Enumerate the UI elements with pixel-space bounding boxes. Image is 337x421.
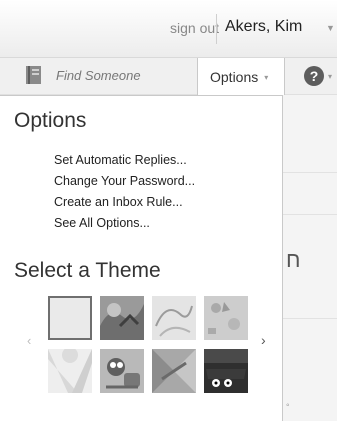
background-partial-icon: ◦: [286, 400, 290, 411]
theme-grid: [48, 296, 248, 396]
options-button-label: Options: [210, 68, 259, 85]
options-dropdown-menu: Options Set Automatic Replies... Change …: [0, 95, 283, 421]
find-someone-input[interactable]: [56, 64, 192, 86]
background-divider: [283, 318, 337, 319]
theme-rays[interactable]: [48, 349, 92, 393]
chevron-right-icon[interactable]: ›: [261, 332, 266, 348]
theme-section-title: Select a Theme: [14, 259, 161, 282]
theme-dark-cat[interactable]: [204, 349, 248, 393]
chevron-left-icon[interactable]: ‹: [27, 333, 31, 348]
theme-default[interactable]: [48, 296, 92, 340]
chevron-down-icon[interactable]: ▼: [326, 23, 335, 33]
background-divider: [283, 172, 337, 173]
top-bar: sign out Akers, Kim ▼: [0, 0, 337, 58]
toolbar: Options ▾ ? ▾: [0, 58, 337, 95]
background-partial-text: ח: [286, 247, 301, 272]
menu-title: Options: [14, 109, 87, 132]
options-links: Set Automatic Replies... Change Your Pas…: [54, 150, 195, 234]
theme-leaves[interactable]: [204, 296, 248, 340]
theme-robot[interactable]: [100, 349, 144, 393]
help-icon: ?: [304, 66, 324, 86]
chevron-down-icon: ▾: [264, 73, 269, 82]
chevron-down-icon: ▾: [328, 71, 333, 81]
change-password-link[interactable]: Change Your Password...: [54, 171, 195, 192]
see-all-options-link[interactable]: See All Options...: [54, 213, 195, 234]
set-automatic-replies-link[interactable]: Set Automatic Replies...: [54, 150, 195, 171]
user-name-menu[interactable]: Akers, Kim: [225, 18, 302, 36]
top-bar-separator: [216, 14, 217, 44]
address-book-icon[interactable]: [25, 65, 43, 85]
theme-sketch[interactable]: [152, 296, 196, 340]
sign-out-link[interactable]: sign out: [170, 20, 219, 36]
theme-geometric[interactable]: [152, 349, 196, 393]
background-divider: [283, 214, 337, 215]
help-button[interactable]: ? ▾: [304, 66, 332, 86]
options-button[interactable]: Options ▾: [197, 58, 285, 95]
theme-pattern[interactable]: [100, 296, 144, 340]
create-inbox-rule-link[interactable]: Create an Inbox Rule...: [54, 192, 195, 213]
